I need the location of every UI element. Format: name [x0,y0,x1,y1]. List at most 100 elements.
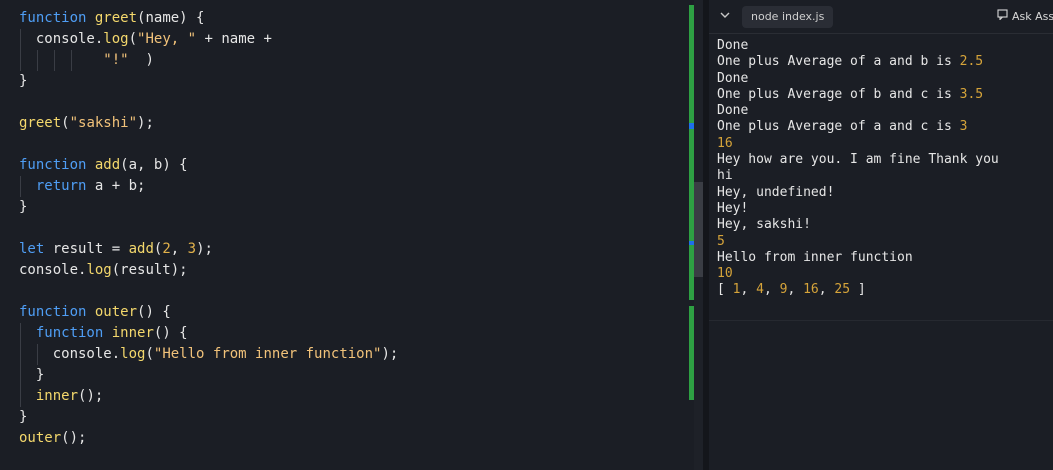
code-token: } [19,409,28,425]
indent-guide [20,323,21,344]
terminal-output-line: One plus Average of b and c is 3.5 [717,87,999,103]
ask-assistant-button[interactable]: Ask Ass [997,9,1053,25]
code-token: (result); [111,262,188,278]
terminal-output-line: Done [717,71,999,87]
code-token: greet [19,115,62,131]
code-line[interactable] [19,218,398,239]
code-token: (); [78,388,104,404]
code-token: console. [19,346,121,362]
code-token: console. [19,262,87,278]
terminal-output-text: Done [717,103,749,119]
code-token: inner [35,388,79,404]
code-line[interactable]: return a + b; [19,176,398,197]
code-token: "!" [103,52,129,68]
code-token: } [19,367,45,383]
editor-scrollbar-thumb[interactable] [694,182,703,277]
terminal-output-line: One plus Average of a and b is 2.5 [717,54,999,70]
terminal-output-text: 2.5 [959,54,984,70]
indent-guide [36,50,38,71]
code-token: + name + [196,31,272,47]
terminal-output-text: , [763,282,780,298]
terminal-output[interactable]: Done One plus Average of a and b is 2.5 Do… [717,38,999,299]
code-line[interactable]: } [19,71,398,92]
code-token: function [19,10,87,26]
code-line[interactable] [19,134,398,155]
indent-guide [20,176,21,197]
terminal-output-line: hi [717,168,999,184]
code-token: log [86,262,112,278]
indent-guide [20,29,21,50]
code-token: "Hey, " [137,31,197,47]
terminal-panel[interactable]: node index.js Ask Ass Done One plus Avera… [709,0,1053,470]
code-line[interactable] [19,281,398,302]
code-line[interactable]: inner(); [19,386,398,407]
code-line[interactable]: function outer() { [19,302,398,323]
code-line[interactable]: function inner() { [19,323,398,344]
code-line[interactable]: console.log("Hello from inner function")… [19,344,398,365]
code-token: ); [381,346,399,362]
terminal-output-line: Hey, sakshi! [717,217,999,233]
code-editor[interactable]: function greet(name) { console.log("Hey,… [0,0,703,470]
code-line[interactable]: console.log("Hey, " + name + [19,29,398,50]
terminal-output-text: One plus Average of b and c is [717,86,960,102]
code-line[interactable]: greet("sakshi"); [19,113,398,134]
terminal-output-text: Done [717,38,749,53]
code-line[interactable]: } [19,407,398,428]
code-token: greet [94,10,138,26]
terminal-output-text: Done [717,70,749,86]
code-token: return [35,178,87,194]
code-line[interactable] [19,92,398,113]
terminal-output-text: 10 [717,266,733,282]
terminal-output-text: hi [717,168,733,184]
terminal-header: node index.js Ask Ass [709,0,1053,34]
terminal-output-line: Hello from inner function [717,250,999,266]
code-token: inner [111,325,154,341]
code-token: ( [61,115,70,131]
code-line[interactable]: outer(); [19,428,398,449]
code-token: add [128,241,154,257]
code-token: } [19,73,28,89]
code-token: (a, b) { [120,157,188,173]
code-line[interactable]: console.log(result); [19,260,398,281]
terminal-output-line: Done [717,103,999,119]
indent-guide [70,50,72,71]
code-token: } [19,199,28,215]
terminal-output-line: Hey how are you. I am fine Thank you [717,152,999,168]
code-token: add [94,157,121,173]
code-line[interactable]: let result = add(2, 3); [19,239,398,260]
code-line[interactable]: function greet(name) { [19,8,398,29]
indent-guide [20,50,21,71]
terminal-output-line: [ 1, 4, 9, 16, 25 ] [717,282,999,298]
terminal-output-text: One plus Average of a and c is [717,119,960,135]
code-line[interactable]: "!" ) [19,50,398,71]
terminal-output-text: Hey how are you. I am fine Thank you [717,152,999,168]
terminal-output-text: Hello from inner function [717,249,913,265]
code-token: () { [153,325,188,341]
terminal-output-text: 4 [756,282,764,298]
code-token: log [120,346,146,362]
terminal-output-text: 5 [717,233,725,249]
code-token: (); [61,430,87,446]
code-area[interactable]: function greet(name) { console.log("Hey,… [19,8,398,449]
terminal-output-line: One plus Average of a and c is 3 [717,119,999,135]
terminal-tab[interactable]: node index.js [742,6,834,28]
code-token: ) [128,52,154,68]
terminal-output-line: 10 [717,266,999,282]
indent-guide [20,344,21,365]
code-line[interactable]: } [19,197,398,218]
terminal-output-text: 25 [834,282,851,298]
terminal-output-text: , [740,282,757,298]
code-line[interactable]: } [19,365,398,386]
terminal-output-text: 16 [717,135,733,151]
chevron-down-icon[interactable] [719,9,733,23]
code-line[interactable]: function add(a, b) { [19,155,398,176]
code-token: function [35,325,104,341]
